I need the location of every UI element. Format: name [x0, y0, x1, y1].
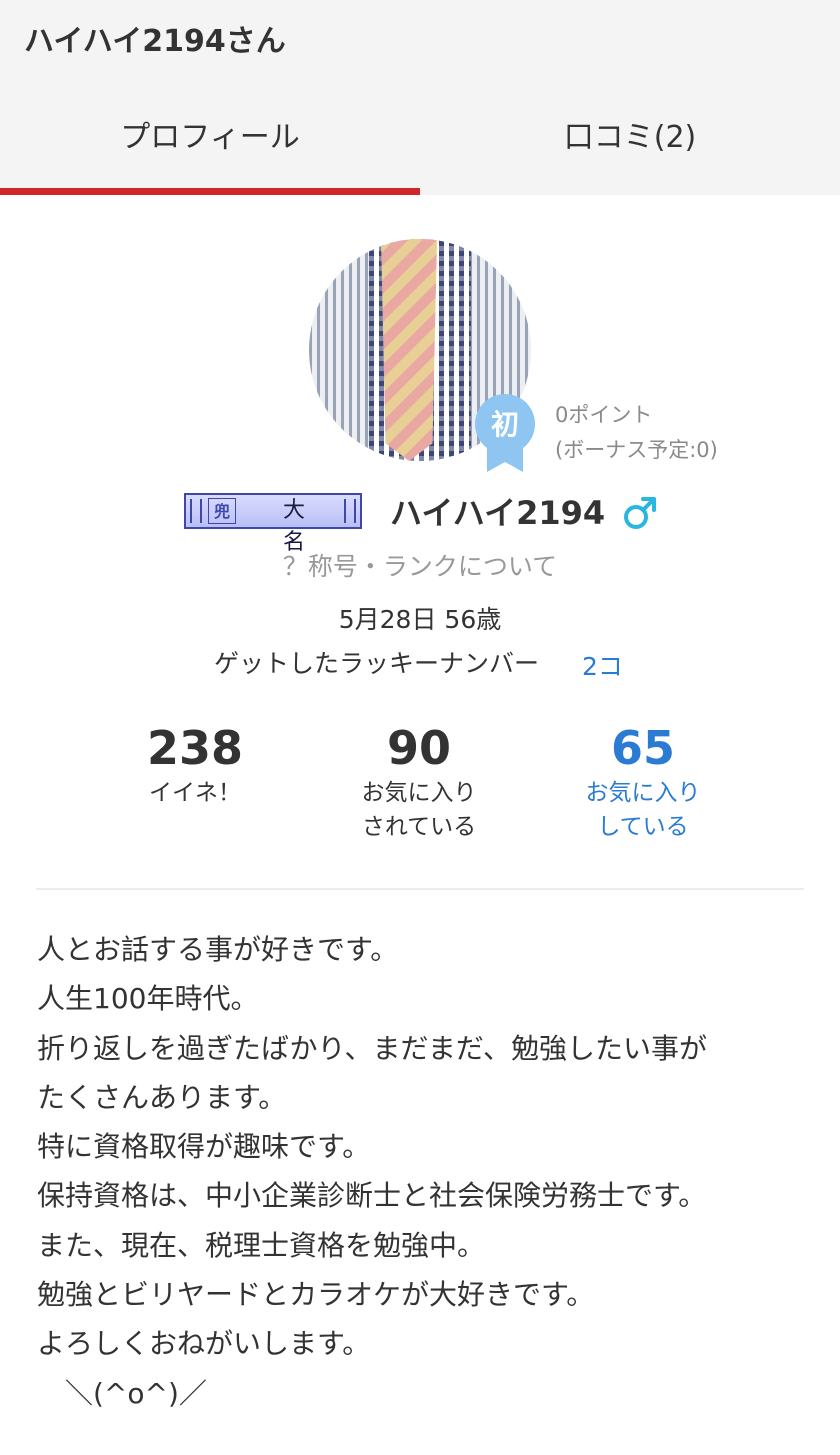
stat-favoriting-label-2: している [597, 814, 689, 840]
page-title: ハイハイ2194さん [24, 24, 286, 59]
lucky-number-count-link[interactable]: 2コ [582, 647, 623, 683]
rank-badge: 兜 大名 [184, 493, 362, 555]
bio-line: 勉強とビリヤードとカラオケが大好きです。 [37, 1278, 595, 1312]
stat-likes-value: 238 [146, 721, 244, 775]
rank-glyph-icon: 兜 [208, 498, 236, 524]
stat-favoriting-link[interactable]: 65 お気に入り している [523, 720, 763, 844]
stat-favorited-by-label-1: お気に入り [361, 780, 477, 806]
divider [36, 888, 804, 890]
birthday-age: 5月28日 56歳 [338, 605, 502, 634]
tab-reviews[interactable]: 口コミ(2) [420, 112, 840, 156]
rank-badge-left-bars [190, 499, 202, 523]
stat-likes: 238 イイネ！ [75, 720, 315, 810]
stat-favoriting-label-1: お気に入り [585, 780, 701, 806]
stat-favorited-by-value: 90 [386, 721, 451, 775]
active-tab-indicator [0, 188, 420, 195]
beginner-ribbon-icon: 初 [475, 394, 535, 472]
bio-line: また、現在、税理士資格を勉強中。 [37, 1228, 486, 1262]
stat-favoriting-value: 65 [610, 721, 675, 775]
bio-line: 人とお話する事が好きです。 [37, 933, 399, 966]
bio-line: 折り返しを過ぎたばかり、まだまだ、勉強したい事が [37, 1031, 708, 1065]
points-info: 0ポイント (ボーナス予定:0) [555, 398, 718, 468]
stat-favorited-by-label-2: されている [361, 814, 477, 840]
rank-badge-right-bars [344, 499, 356, 523]
bio-line: 保持資格は、中小企業診断士と社会保険労務士です。 [37, 1179, 707, 1213]
avatar-tie [381, 239, 437, 461]
lucky-number-label: ゲットしたラッキーナンバー [214, 649, 540, 678]
rank-info-link[interactable]: ？称号・ランクについて [0, 547, 840, 583]
bio-text: 人とお話する事が好きです。 人生100年時代。 折り返しを過ぎたばかり、まだまだ… [37, 925, 817, 1418]
bio-line: 特に資格取得が趣味です。 [37, 1130, 371, 1164]
stat-favorited-by: 90 お気に入り されている [299, 720, 539, 844]
stat-likes-label: イイネ！ [149, 780, 241, 806]
points-text: 0ポイント [555, 403, 653, 427]
male-symbol-icon [624, 497, 656, 529]
tab-profile[interactable]: プロフィール [0, 112, 420, 156]
bio-line: ＼(^o^)／ [37, 1376, 207, 1410]
bonus-text: (ボーナス予定:0) [555, 438, 718, 462]
bio-line: たくさんあります。 [37, 1080, 287, 1114]
rank-name: 大名 [282, 498, 323, 555]
bio-line: 人生100年時代。 [37, 982, 259, 1016]
bio-line: よろしくおねがいします。 [37, 1327, 371, 1361]
beginner-badge-label: 初 [491, 408, 519, 441]
header-bar: ハイハイ2194さん プロフィール 口コミ(2) [0, 0, 840, 195]
username: ハイハイ2194 [390, 494, 606, 532]
